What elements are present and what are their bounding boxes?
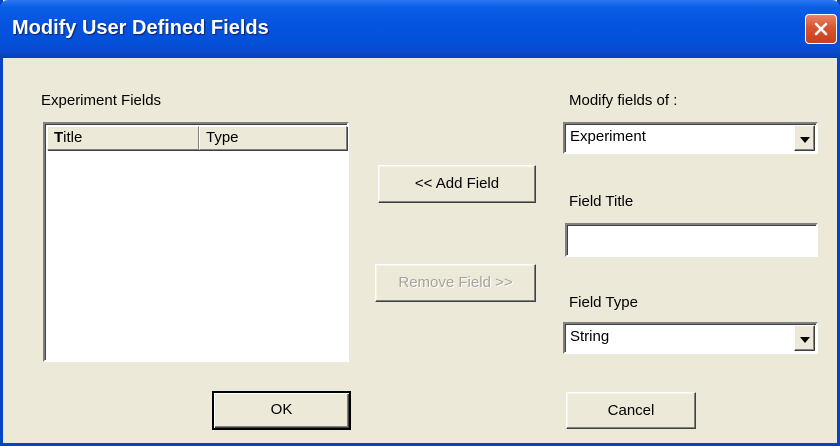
field-type-label: Field Type <box>569 294 638 311</box>
title-label-rest: itle <box>63 129 83 146</box>
list-header: Title Type <box>47 126 347 150</box>
cancel-button[interactable]: Cancel <box>566 392 696 429</box>
field-title-label: Field Title <box>569 193 634 210</box>
chevron-down-icon <box>799 330 810 347</box>
field-title-input-box <box>565 223 818 257</box>
column-header-title[interactable]: Title <box>47 126 199 150</box>
modify-fields-of-select[interactable]: Experiment <box>563 122 818 154</box>
modify-fields-of-value: Experiment <box>570 128 646 145</box>
field-type-dropdown-button[interactable] <box>794 325 815 351</box>
title-bar[interactable]: Modify User Defined Fields <box>0 0 840 58</box>
field-title-input[interactable] <box>567 225 816 255</box>
title-accelerator: T <box>54 129 64 146</box>
field-type-value: String <box>570 328 610 345</box>
close-button[interactable] <box>805 14 837 44</box>
field-type-select[interactable]: String <box>563 322 818 354</box>
experiment-fields-list[interactable]: Title Type <box>43 122 349 362</box>
column-header-type[interactable]: Type <box>199 126 347 150</box>
experiment-fields-label: Experiment Fields <box>41 92 162 109</box>
dialog-window: Modify User Defined Fields Experiment Fi… <box>0 0 840 446</box>
remove-field-button[interactable]: Remove Field >> <box>375 264 536 302</box>
modify-fields-of-dropdown-button[interactable] <box>794 125 815 151</box>
add-field-button[interactable]: << Add Field <box>378 165 536 203</box>
close-icon <box>813 21 829 37</box>
window-title: Modify User Defined Fields <box>12 17 269 39</box>
chevron-down-icon <box>799 130 810 147</box>
ok-button[interactable]: OK <box>212 391 351 430</box>
modify-fields-of-label: Modify fields of : <box>569 92 678 109</box>
